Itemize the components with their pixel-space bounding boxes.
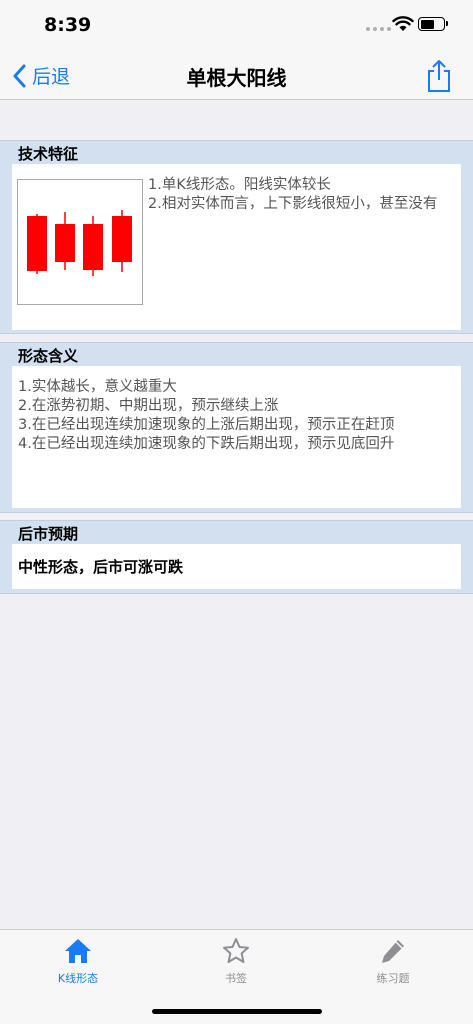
status-bar: 8:39	[0, 0, 473, 50]
features-body: 1.单K线形态。阳线实体较长 2.相对实体而言，上下影线很短小，甚至没有	[12, 164, 461, 330]
outlook-body: 中性形态，后市可涨可跌	[12, 544, 461, 589]
section-header-features: 技术特征	[18, 145, 79, 163]
tab-label-bookmarks: 书签	[225, 972, 247, 985]
tab-label-kline: K线形态	[57, 972, 99, 985]
cellular-signal-icon	[366, 27, 391, 31]
outlook-text: 中性形态，后市可涨可跌	[18, 558, 184, 576]
wifi-icon	[392, 16, 414, 31]
section-header-meaning: 形态含义	[18, 347, 79, 365]
meaning-line-1: 1.实体越长，意义越重大	[18, 379, 177, 395]
meaning-body: 1.实体越长，意义越重大 2.在涨势初期、中期出现，预示继续上涨 3.在已经出现…	[12, 366, 461, 508]
features-line-1: 1.单K线形态。阳线实体较长	[148, 177, 331, 193]
page-title: 单根大阳线	[186, 66, 287, 90]
tab-label-exercises: 练习题	[376, 972, 410, 985]
share-icon[interactable]	[425, 59, 453, 93]
features-text: 1.单K线形态。阳线实体较长 2.相对实体而言，上下影线很短小，甚至没有	[148, 176, 455, 214]
section-features: 技术特征 1.单K线形态。阳线实体较长 2.相对实体而言，上下影线很短小，甚至没…	[0, 140, 473, 334]
home-icon	[65, 939, 91, 963]
section-meaning: 形态含义 1.实体越长，意义越重大 2.在涨势初期、中期出现，预示继续上涨 3.…	[0, 342, 473, 513]
section-header-outlook: 后市预期	[18, 525, 79, 543]
pencil-icon	[382, 940, 404, 963]
meaning-line-3: 3.在已经出现连续加速现象的上涨后期出现，预示正在赶顶	[18, 417, 395, 433]
tab-kline-patterns[interactable]: K线形态	[28, 936, 128, 986]
section-outlook: 后市预期 中性形态，后市可涨可跌	[0, 520, 473, 594]
star-icon	[223, 938, 249, 963]
meaning-line-4: 4.在已经出现连续加速现象的下跌后期出现，预示见底回升	[18, 436, 395, 452]
home-indicator	[152, 1009, 322, 1014]
candlestick-illustration	[17, 179, 143, 305]
tab-exercises[interactable]: 练习题	[343, 936, 443, 986]
battery-icon	[418, 17, 448, 31]
meaning-text: 1.实体越长，意义越重大 2.在涨势初期、中期出现，预示继续上涨 3.在已经出现…	[18, 378, 457, 454]
navigation-bar: 后退 单根大阳线	[0, 50, 473, 100]
tab-bookmarks[interactable]: 书签	[186, 936, 286, 986]
meaning-line-2: 2.在涨势初期、中期出现，预示继续上涨	[18, 398, 279, 414]
status-time: 8:39	[44, 14, 92, 36]
features-line-2: 2.相对实体而言，上下影线很短小，甚至没有	[148, 196, 438, 212]
